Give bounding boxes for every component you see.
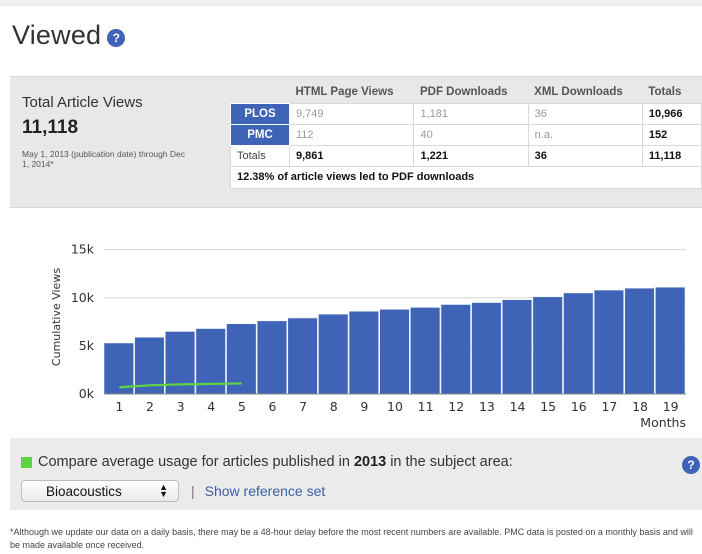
help-icon[interactable]: ? xyxy=(682,456,700,474)
separator: | xyxy=(191,483,195,499)
total-views-value: 11,118 xyxy=(22,117,79,138)
footnote: *Although we update our data on a daily … xyxy=(10,527,693,550)
table-cell: 9,749 xyxy=(288,102,415,125)
table-cell: 112 xyxy=(288,123,415,146)
table-row: PLOS 9,749 1,181 36 10,966 xyxy=(230,102,702,125)
bar xyxy=(318,313,349,395)
views-summary-panel: Total Article Views 11,118 May 1, 2013 (… xyxy=(10,76,702,208)
column-header: Totals xyxy=(648,85,682,98)
compare-text-before: Compare average usage for articles publi… xyxy=(38,454,350,470)
section-heading: Viewed ? xyxy=(12,20,126,51)
bar xyxy=(471,302,502,395)
bar xyxy=(624,287,655,395)
bar xyxy=(532,296,563,395)
column-header: XML Downloads xyxy=(534,85,623,98)
total-views-label: Total Article Views xyxy=(22,94,143,111)
table-cell: 11,118 xyxy=(641,144,702,167)
green-square-icon xyxy=(21,456,32,468)
table-cell: 1,181 xyxy=(413,102,529,125)
bar xyxy=(655,286,686,395)
x-tick-label: 14 xyxy=(510,399,526,414)
bar xyxy=(348,310,379,395)
x-tick-label: 13 xyxy=(479,399,495,414)
bar xyxy=(379,309,410,395)
table-cell: 152 xyxy=(641,123,702,146)
table-cell: 40 xyxy=(413,123,529,146)
show-reference-set-link[interactable]: Show reference set xyxy=(205,483,326,499)
bar xyxy=(440,304,471,395)
x-tick-label: 3 xyxy=(177,399,185,414)
x-tick-label: 1 xyxy=(115,399,123,414)
y-axis-label: Cumulative Views xyxy=(50,268,63,366)
select-value: Bioacoustics xyxy=(46,483,122,499)
section-title: Viewed xyxy=(12,20,102,50)
x-tick-label: 18 xyxy=(632,399,648,414)
totals-row: Totals 9,861 1,221 36 11,118 xyxy=(230,144,702,167)
x-tick-label: 6 xyxy=(268,399,276,414)
x-tick-label: 5 xyxy=(238,399,246,414)
x-tick-label: 12 xyxy=(448,399,464,414)
y-tick-label: 15k xyxy=(71,242,95,257)
cumulative-views-chart: 0k 5k 10k 15k 1 2 3 4 5 6 7 8 9 10 11 12 13 14 15 16 17 18 19 M… xyxy=(10,222,702,432)
table-row: PMC 112 40 n.a. 152 xyxy=(230,123,702,146)
compare-row: Compare average usage for articles publi… xyxy=(21,454,513,470)
y-tick-label: 10k xyxy=(71,290,95,305)
date-range-note: May 1, 2013 (publication date) through D… xyxy=(22,149,186,169)
table-cell: 9,861 xyxy=(288,144,415,167)
x-axis-label: Months xyxy=(640,415,686,430)
bar xyxy=(410,307,441,395)
note-row: 12.38% of article views led to PDF downl… xyxy=(230,165,702,189)
table-cell: 36 xyxy=(527,102,643,125)
select-arrows-icon: ▲ ▼ xyxy=(159,482,168,499)
x-tick-label: 17 xyxy=(601,399,617,414)
compare-controls: Bioacoustics ▲ ▼ | Show reference set xyxy=(21,480,325,502)
x-tick-label: 15 xyxy=(540,399,556,414)
subject-area-select[interactable]: Bioacoustics ▲ ▼ xyxy=(21,480,179,502)
top-divider xyxy=(0,0,702,6)
bar xyxy=(287,317,318,395)
bar xyxy=(501,299,533,395)
x-tick-label: 11 xyxy=(418,399,434,414)
x-tick-label: 19 xyxy=(663,399,679,414)
bar xyxy=(563,292,594,395)
y-tick-label: 0k xyxy=(79,386,95,401)
table-header-row: HTML Page Views PDF Downloads XML Downlo… xyxy=(231,81,702,103)
pdf-ratio-note: 12.38% of article views led to PDF downl… xyxy=(230,165,702,189)
x-tick-label: 2 xyxy=(146,399,154,414)
chart-canvas: 0k5k10k15k1 2 3 4 5 6 7 8 9 10 11 12 13 14 15 16 17 18 19M… xyxy=(50,242,686,430)
help-icon[interactable]: ? xyxy=(107,28,126,47)
table-cell: 1,221 xyxy=(413,144,529,167)
compare-year: 2013 xyxy=(353,454,387,470)
x-tick-label: 4 xyxy=(207,399,215,414)
bar xyxy=(593,289,625,395)
compare-panel: Compare average usage for articles publi… xyxy=(10,438,702,510)
compare-text-after: in the subject area: xyxy=(390,454,513,470)
column-header: HTML Page Views xyxy=(295,85,394,98)
table-cell: n.a. xyxy=(527,123,643,146)
views-table: HTML Page Views PDF Downloads XML Downlo… xyxy=(230,81,702,189)
totals-label: Totals xyxy=(230,144,290,167)
x-tick-label: 16 xyxy=(571,399,587,414)
table-cell: 36 xyxy=(527,144,643,167)
source-badge: PLOS xyxy=(230,102,290,125)
x-tick-label: 7 xyxy=(299,399,307,414)
y-tick-label: 5k xyxy=(79,338,95,353)
x-tick-label: 10 xyxy=(387,399,403,414)
source-badge: PMC xyxy=(230,123,290,146)
column-header: PDF Downloads xyxy=(419,85,508,98)
table-cell: 10,966 xyxy=(641,102,702,125)
x-tick-label: 8 xyxy=(330,399,338,414)
bar xyxy=(256,320,288,395)
x-tick-label: 9 xyxy=(360,399,368,414)
